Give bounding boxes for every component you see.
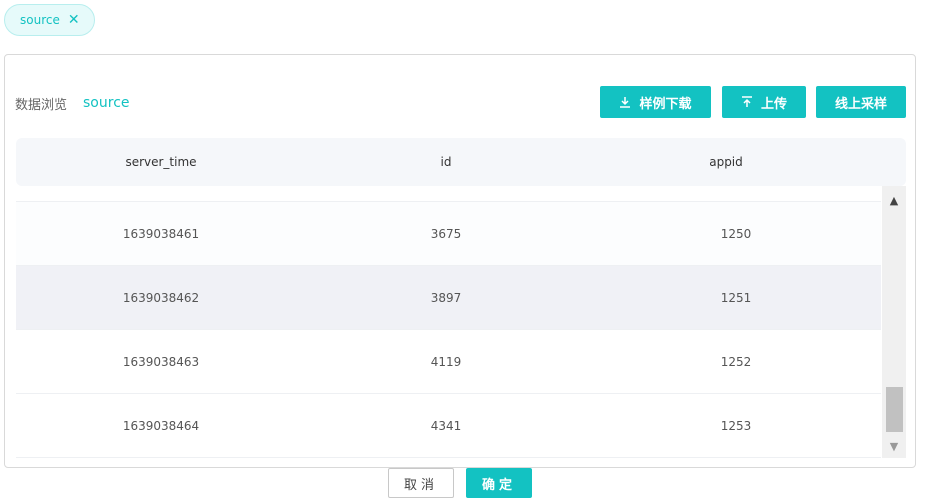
- upload-icon: [741, 96, 752, 107]
- column-header: server_time: [125, 155, 197, 169]
- cell-id: 3675: [430, 227, 462, 241]
- cell-appid: 1251: [720, 291, 752, 305]
- download-label: 样例下载: [639, 96, 692, 112]
- scroll-up-arrow-icon[interactable]: ▲: [882, 188, 906, 212]
- cell-server-time: 1639038462: [122, 291, 200, 305]
- data-browse-panel: 数据浏览 source 样例下载 上传 线上采样 server_time id …: [4, 54, 916, 468]
- table-header: server_time id appid: [16, 138, 906, 186]
- crumb-label: 数据浏览: [15, 97, 68, 113]
- cell-id: 4341: [430, 419, 462, 433]
- cell-server-time: 1639038464: [122, 419, 200, 433]
- cell-appid: 1252: [720, 355, 752, 369]
- scroll-down-arrow-icon[interactable]: ▼: [882, 434, 906, 458]
- table-row: 1639038463 4119 1252: [16, 330, 881, 394]
- cell-server-time: 1639038463: [122, 355, 200, 369]
- tag-label: source: [20, 13, 60, 27]
- column-header: id: [440, 155, 452, 169]
- cell-server-time: 1639038461: [122, 227, 200, 241]
- download-icon: [620, 97, 631, 108]
- table-row: [16, 186, 881, 202]
- upload-label: 上传: [760, 96, 787, 112]
- filter-tag-source[interactable]: source ✕: [4, 4, 95, 36]
- table-row: 1639038464 4341 1253: [16, 394, 881, 458]
- cancel-label: 取消: [403, 477, 438, 493]
- table-row: 1639038461 3675 1250: [16, 202, 881, 266]
- close-icon[interactable]: ✕: [68, 13, 80, 27]
- cell-id: 3897: [430, 291, 462, 305]
- table-row: 1639038462 3897 1251: [16, 266, 881, 330]
- sample-download-button[interactable]: 样例下载: [600, 86, 711, 118]
- cell-id: 4119: [430, 355, 462, 369]
- online-sample-label: 线上采样: [834, 96, 887, 112]
- breadcrumb: 数据浏览 source: [15, 93, 130, 113]
- column-header: appid: [709, 155, 743, 169]
- cell-appid: 1250: [720, 227, 752, 241]
- confirm-label: 确定: [481, 477, 516, 493]
- crumb-source: source: [83, 95, 130, 111]
- upload-button[interactable]: 上传: [722, 86, 806, 118]
- online-sample-button[interactable]: 线上采样: [816, 86, 906, 118]
- table-body[interactable]: 1639038461 3675 1250 1639038462 3897 125…: [16, 186, 906, 458]
- scrollbar-thumb[interactable]: [886, 387, 903, 432]
- cell-appid: 1253: [720, 419, 752, 433]
- vertical-scrollbar[interactable]: ▲ ▼: [882, 186, 906, 458]
